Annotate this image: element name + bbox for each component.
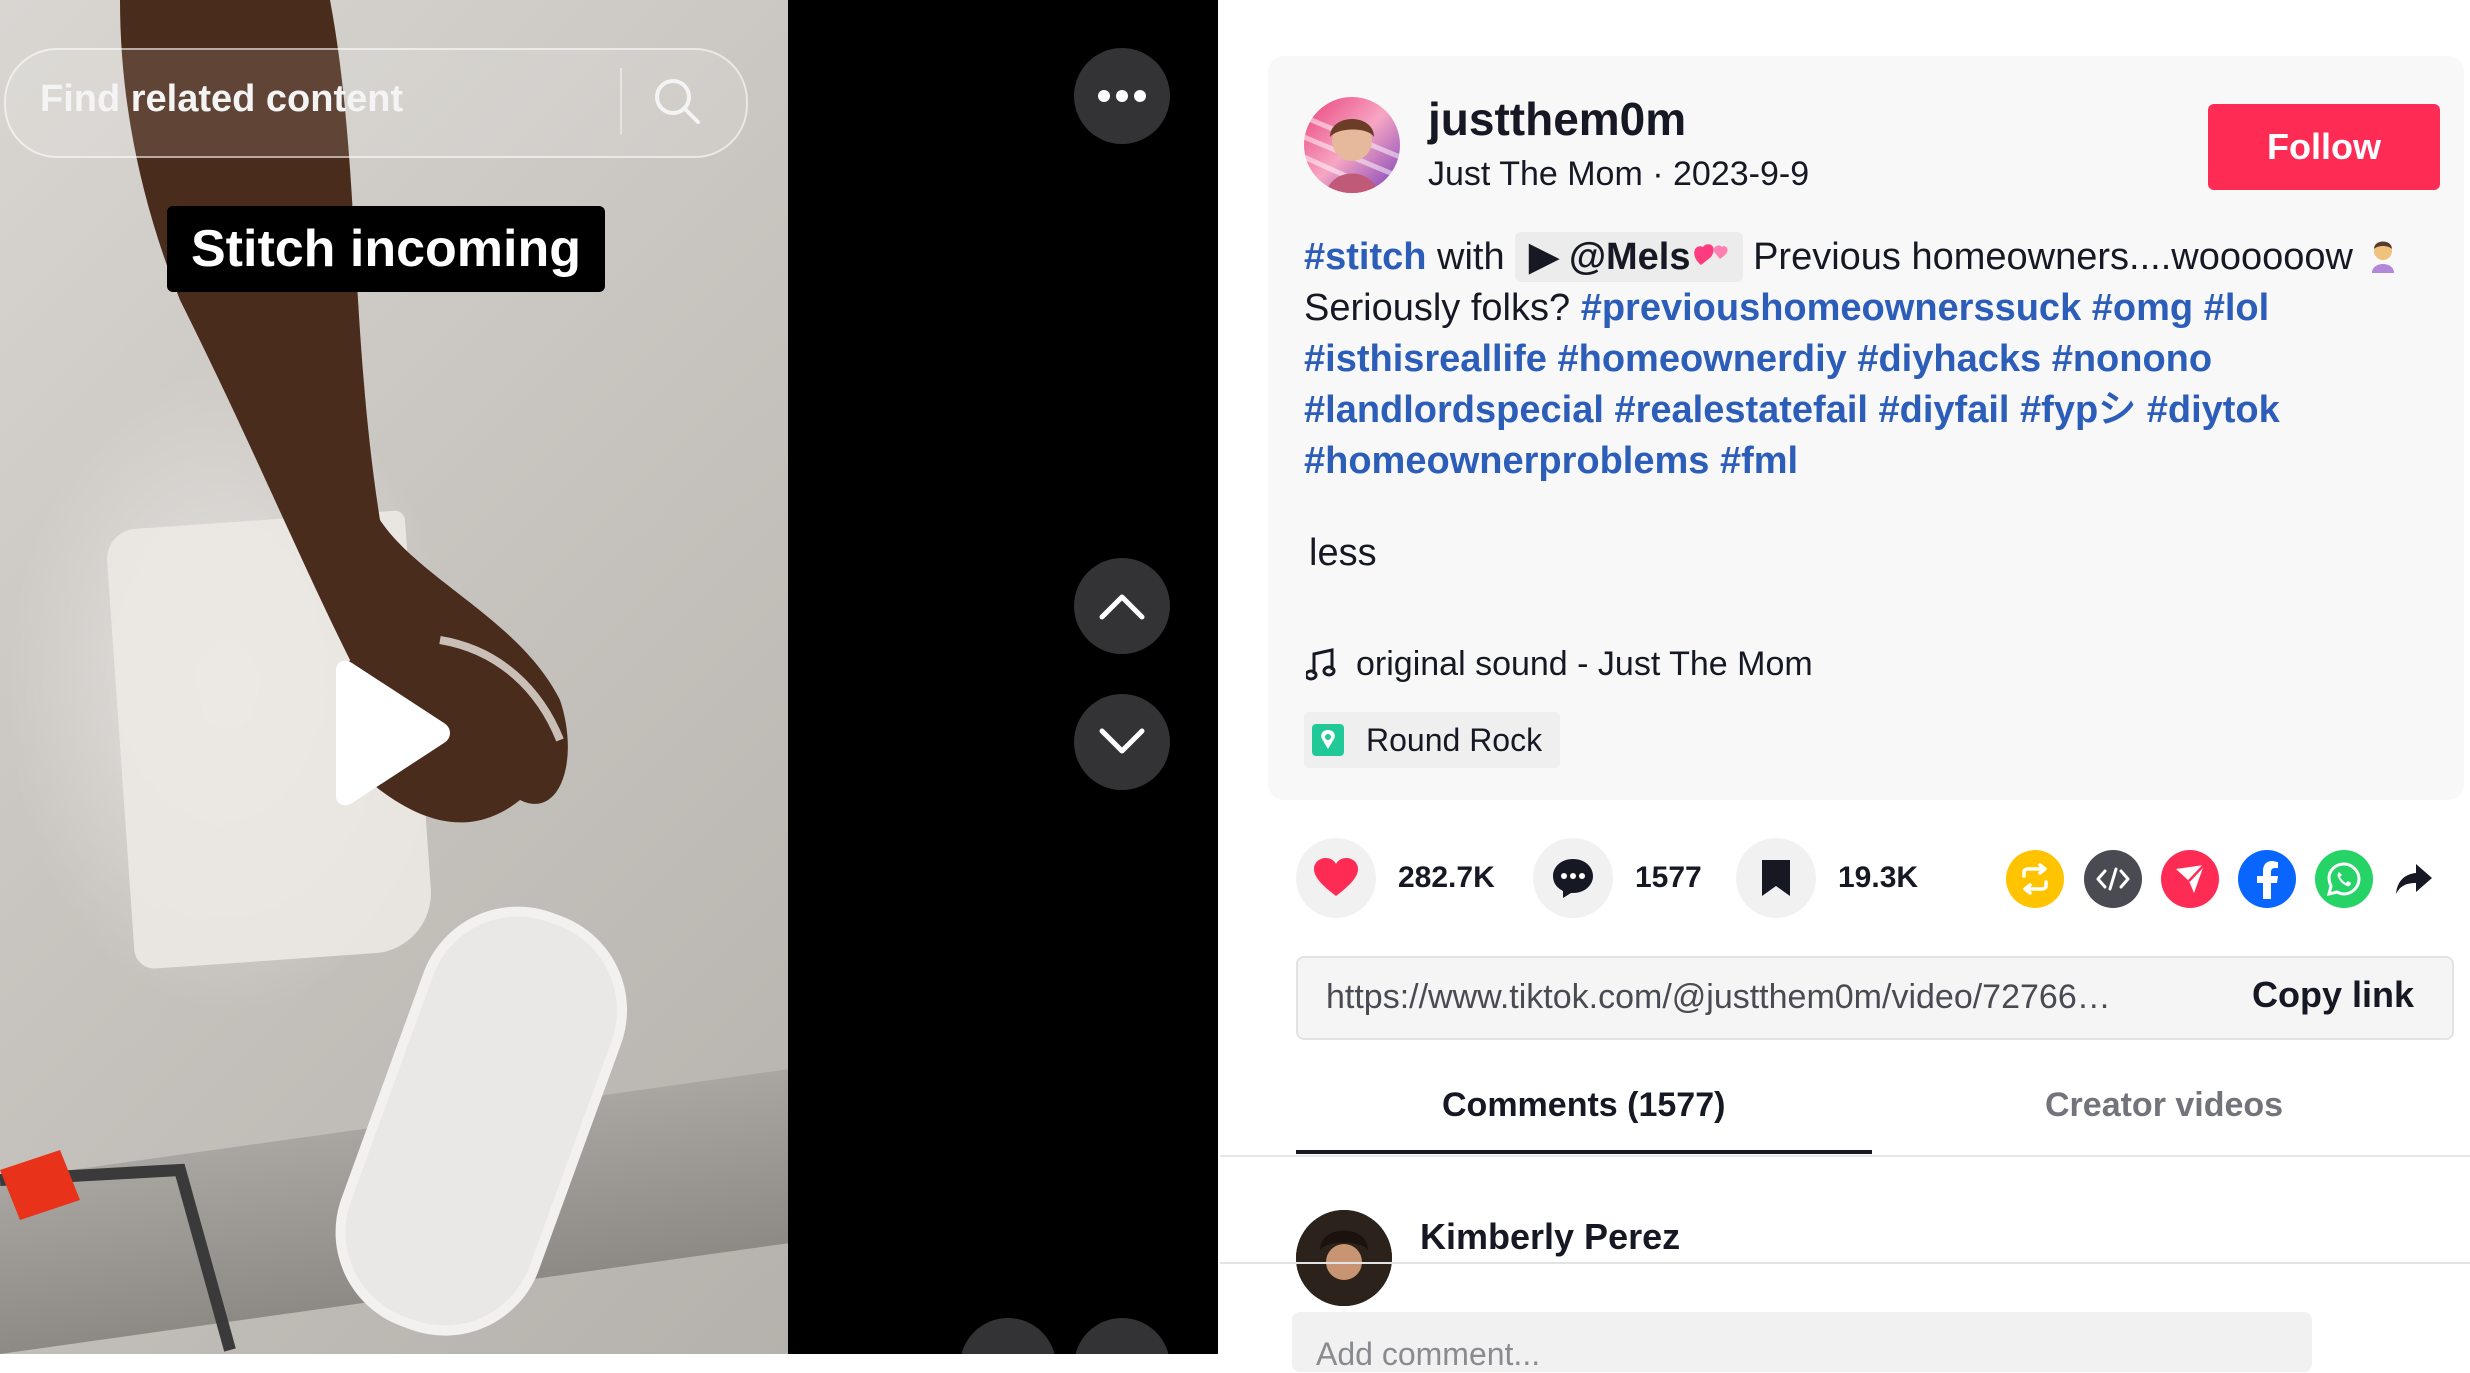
play-small-icon: ▶ (1529, 236, 1569, 278)
comment-author-name[interactable]: Kimberly Perez (1420, 1216, 1680, 1258)
hashtag-link[interactable]: #nonono (2052, 338, 2212, 380)
hashtag-link[interactable]: #homeownerdiy (1557, 338, 1846, 380)
play-icon[interactable] (322, 660, 452, 806)
repost-icon (2022, 863, 2048, 895)
location-label: Round Rock (1366, 721, 1543, 758)
author-avatar[interactable] (1304, 97, 1400, 193)
author-nickname[interactable]: Just The Mom (1428, 155, 1643, 193)
two-hearts-emoji-icon (1693, 244, 1728, 265)
person-facepalm-emoji-icon (2371, 241, 2394, 273)
active-tab-indicator (1296, 1150, 1872, 1154)
send-icon (2176, 864, 2205, 893)
comment-input-divider (1220, 1262, 2470, 1264)
facebook-icon (2257, 861, 2278, 899)
next-video-button[interactable] (1074, 694, 1170, 790)
chevron-up-icon (1099, 594, 1145, 620)
post-date: 2023-9-9 (1673, 155, 1810, 193)
hashtag-link[interactable]: #diyfail (1879, 389, 2010, 431)
save-button[interactable] (1736, 838, 1816, 918)
hashtag-link[interactable]: #omg (2092, 287, 2193, 329)
comment-count: 1577 (1635, 861, 1702, 894)
description-text: with (1437, 236, 1505, 278)
location-pin-icon (1312, 724, 1344, 756)
follow-button[interactable]: Follow (2208, 104, 2440, 190)
author-username[interactable]: justthem0m (1428, 92, 1686, 146)
stitch-mention[interactable]: @Mels (1569, 236, 1691, 278)
save-count: 19.3K (1838, 861, 1919, 894)
whatsapp-share-button[interactable] (2315, 850, 2373, 908)
send-to-friends-button[interactable] (2161, 850, 2219, 908)
comment-button[interactable] (1533, 838, 1613, 918)
sound-link[interactable]: original sound - Just The Mom (1306, 645, 1813, 684)
video-pane: Find related content Stitch incoming (0, 0, 1218, 1354)
separator-dot: · (1642, 155, 1673, 193)
like-button[interactable] (1296, 838, 1376, 918)
like-stat[interactable]: 282.7K (1296, 838, 1495, 918)
description-text: Seriously folks? (1304, 287, 1571, 329)
video-paint-roller-graphic (0, 906, 628, 1352)
video-link-url[interactable]: https://www.tiktok.com/@justthem0m/video… (1326, 978, 2116, 1017)
tabs-divider (1220, 1155, 2470, 1157)
hashtag-link[interactable]: #fypシ (2020, 389, 2136, 431)
description-text: Previous homeowners....woooooow (1753, 236, 2353, 278)
copy-link-button[interactable]: Copy link (2252, 974, 2414, 1016)
hashtag-link[interactable]: #realestatefail (1614, 389, 1868, 431)
location-chip[interactable]: Round Rock (1304, 712, 1561, 768)
like-count: 282.7K (1398, 861, 1495, 894)
more-share-button[interactable] (2394, 862, 2434, 896)
hashtag-link[interactable]: #isthisreallife (1304, 338, 1547, 380)
facebook-share-button[interactable] (2238, 850, 2296, 908)
comment-bubble-icon (1553, 859, 1593, 898)
comment-stat[interactable]: 1577 (1533, 838, 1702, 918)
embed-icon (2096, 867, 2130, 891)
video-caption: Stitch incoming (167, 206, 605, 292)
miniplayer-button[interactable] (960, 1318, 1056, 1354)
heart-icon (1314, 858, 1358, 896)
hashtag-link[interactable]: #diytok (2147, 389, 2280, 431)
search-icon[interactable] (652, 76, 702, 126)
volume-button[interactable] (1074, 1318, 1170, 1354)
chevron-down-icon (1099, 728, 1145, 754)
hashtag-link[interactable]: #diyhacks (1857, 338, 2041, 380)
share-arrow-icon (2396, 864, 2432, 894)
hashtag-link[interactable]: #lol (2204, 287, 2269, 329)
stitch-mention-chip[interactable]: ▶ @Mels (1515, 232, 1743, 282)
tab-creator-videos[interactable]: Creator videos (2045, 1086, 2283, 1125)
search-input[interactable]: Find related content (40, 78, 403, 121)
whatsapp-icon (2326, 862, 2361, 897)
video-player[interactable]: Find related content Stitch incoming (0, 0, 788, 1354)
bookmark-icon (1762, 860, 1790, 896)
search-divider (620, 68, 622, 134)
show-less-button[interactable]: less (1309, 532, 1377, 575)
hashtag-link[interactable]: #landlordspecial (1304, 389, 1604, 431)
author-nickname-date: Just The Mom · 2023-9-9 (1428, 155, 1809, 194)
embed-button[interactable] (2084, 850, 2142, 908)
hashtag-link[interactable]: #homeownerproblems (1304, 440, 1709, 482)
hashtag-link[interactable]: #previoushomeownerssuck (1581, 287, 2082, 329)
more-icon (1098, 90, 1146, 102)
comment-input-placeholder: Add comment... (1316, 1336, 1541, 1372)
more-options-button[interactable] (1074, 48, 1170, 144)
tab-comments[interactable]: Comments (1577) (1442, 1086, 1725, 1125)
repost-button[interactable] (2006, 850, 2064, 908)
hashtag-link[interactable]: #stitch (1304, 236, 1426, 278)
comment-avatar[interactable] (1296, 1210, 1392, 1306)
previous-video-button[interactable] (1074, 558, 1170, 654)
hashtag-link[interactable]: #fml (1720, 440, 1798, 482)
video-description: #stitch with ▶ @Mels Previous homeowners… (1304, 232, 2434, 487)
save-stat[interactable]: 19.3K (1736, 838, 1918, 918)
sound-label: original sound - Just The Mom (1356, 645, 1813, 683)
music-note-icon (1306, 647, 1336, 680)
